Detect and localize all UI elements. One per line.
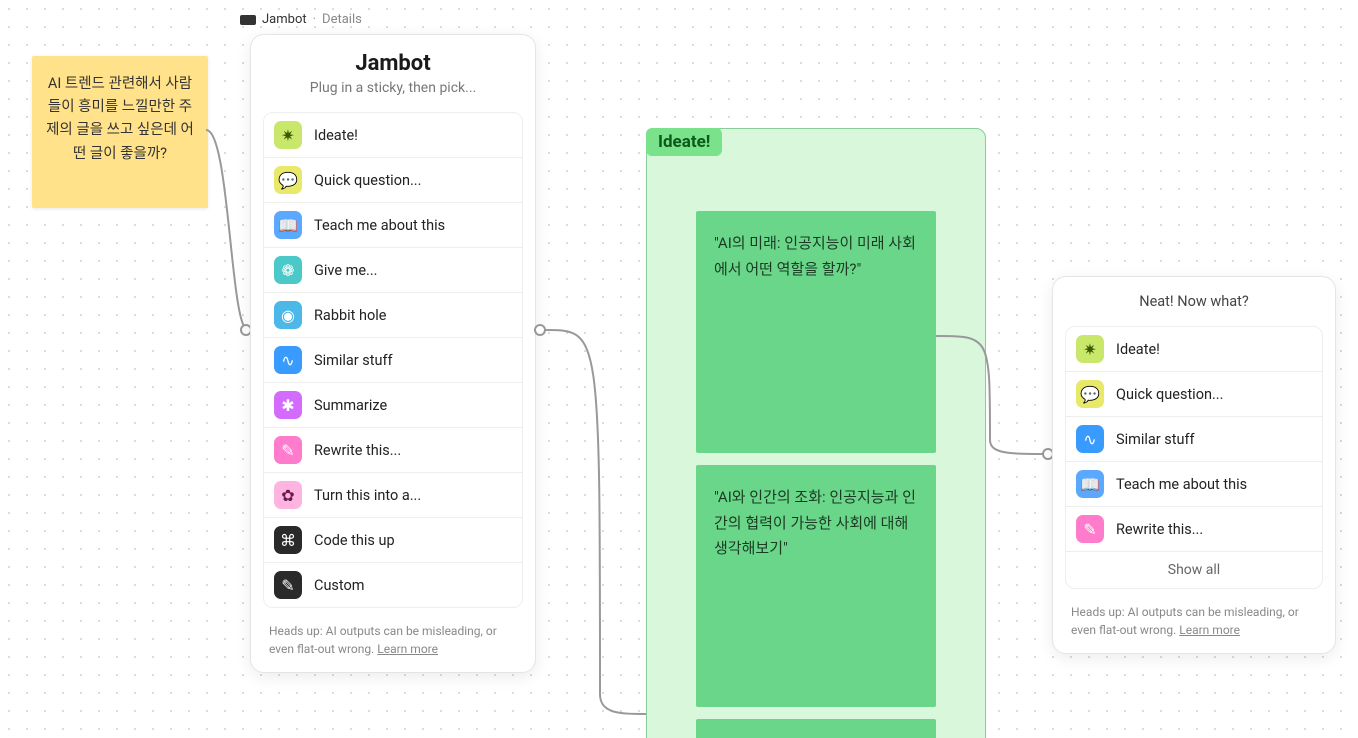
custom-icon: ✎ [274,571,302,599]
menu-item-similar-stuff[interactable]: ∿ Similar stuff [1066,416,1322,461]
menu-item-label: Rabbit hole [314,307,386,324]
rewrite-icon: ✎ [274,436,302,464]
turn-into-icon: ✿ [274,481,302,509]
sticky-text: AI 트렌드 관련해서 사람들이 흥미를 느낄만한 주제의 글을 쓰고 싶은데 … [46,75,194,162]
disclaimer: Heads up: AI outputs can be misleading, … [263,622,523,658]
menu-item-label: Similar stuff [314,352,393,369]
menu-item-label: Ideate! [314,127,358,144]
disclaimer: Heads up: AI outputs can be misleading, … [1065,603,1323,639]
quick-question-icon: 💬 [274,166,302,194]
jambot-panel: Jambot Plug in a sticky, then pick... ✷ I… [250,34,536,673]
menu-item-label: Turn this into a... [314,487,421,504]
show-all-button[interactable]: Show all [1066,551,1322,588]
summarize-icon: ✱ [274,391,302,419]
ideate-label-badge: Ideate! [646,128,722,156]
rewrite-icon: ✎ [1076,515,1104,543]
now-what-panel: Neat! Now what? ✷ Ideate! 💬 Quick question.… [1052,276,1336,654]
menu-item-quick-question[interactable]: 💬 Quick question... [264,157,522,202]
ideate-icon: ✷ [274,121,302,149]
menu-item-label: Summarize [314,397,387,414]
menu-item-label: Code this up [314,532,395,549]
teach-icon: 📖 [274,211,302,239]
similar-icon: ∿ [274,346,302,374]
menu-item-code-this-up[interactable]: ⌘ Code this up [264,517,522,562]
idea-card[interactable]: "AI와 인간의 조화: 인공지능과 인간의 협력이 가능한 사회에 대해 생각… [696,465,936,707]
menu-item-label: Custom [314,577,365,594]
ideate-output-container[interactable]: "AI의 미래: 인공지능이 미래 사회에서 어떤 역할을 할까?" "AI와 … [646,128,986,738]
menu-item-label: Quick question... [314,172,421,189]
breadcrumb-app[interactable]: Jambot [262,12,307,27]
teach-icon: 📖 [1076,470,1104,498]
menu-item-rabbit-hole[interactable]: ◉ Rabbit hole [264,292,522,337]
give-me-icon: ❁ [274,256,302,284]
menu-item-custom[interactable]: ✎ Custom [264,562,522,607]
similar-icon: ∿ [1076,425,1104,453]
menu-item-label: Give me... [314,262,378,279]
idea-card[interactable] [696,719,936,738]
menu-item-rewrite-this[interactable]: ✎ Rewrite this... [264,427,522,472]
ideate-icon: ✷ [1076,335,1104,363]
menu-item-summarize[interactable]: ✱ Summarize [264,382,522,427]
menu-item-similar-stuff[interactable]: ∿ Similar stuff [264,337,522,382]
menu-item-label: Teach me about this [1116,476,1247,493]
menu-item-teach-me-about-this[interactable]: 📖 Teach me about this [1066,461,1322,506]
idea-card[interactable]: "AI의 미래: 인공지능이 미래 사회에서 어떤 역할을 할까?" [696,211,936,453]
menu-item-teach-me-about-this[interactable]: 📖 Teach me about this [264,202,522,247]
code-icon: ⌘ [274,526,302,554]
menu-item-label: Ideate! [1116,341,1160,358]
menu-item-rewrite-this[interactable]: ✎ Rewrite this... [1066,506,1322,551]
panel-title: Jambot [263,51,523,76]
menu-item-label: Similar stuff [1116,431,1195,448]
breadcrumb-details[interactable]: Details [322,12,362,27]
menu-item-label: Teach me about this [314,217,445,234]
action-menu: ✷ Ideate! 💬 Quick question... ∿ Similar stuff… [1065,326,1323,589]
action-menu: ✷ Ideate! 💬 Quick question... 📖 Teach me abou… [263,112,523,608]
menu-item-label: Rewrite this... [1116,521,1203,538]
menu-item-turn-this-into-a[interactable]: ✿ Turn this into a... [264,472,522,517]
menu-item-label: Rewrite this... [314,442,401,459]
connector-node [534,324,546,336]
jambot-logo-icon [240,15,256,25]
menu-item-ideate[interactable]: ✷ Ideate! [264,113,522,157]
breadcrumb: Jambot · Details [240,12,362,27]
menu-item-quick-question[interactable]: 💬 Quick question... [1066,371,1322,416]
learn-more-link[interactable]: Learn more [377,642,438,656]
quick-question-icon: 💬 [1076,380,1104,408]
panel-subtitle: Plug in a sticky, then pick... [263,80,523,96]
learn-more-link[interactable]: Learn more [1179,623,1240,637]
menu-item-give-me[interactable]: ❁ Give me... [264,247,522,292]
rabbit-hole-icon: ◉ [274,301,302,329]
input-sticky-note[interactable]: AI 트렌드 관련해서 사람들이 흥미를 느낄만한 주제의 글을 쓰고 싶은데 … [32,56,208,208]
menu-item-ideate[interactable]: ✷ Ideate! [1066,327,1322,371]
separator-dot: · [313,12,316,27]
menu-item-label: Quick question... [1116,386,1223,403]
panel-title: Neat! Now what? [1065,293,1323,310]
